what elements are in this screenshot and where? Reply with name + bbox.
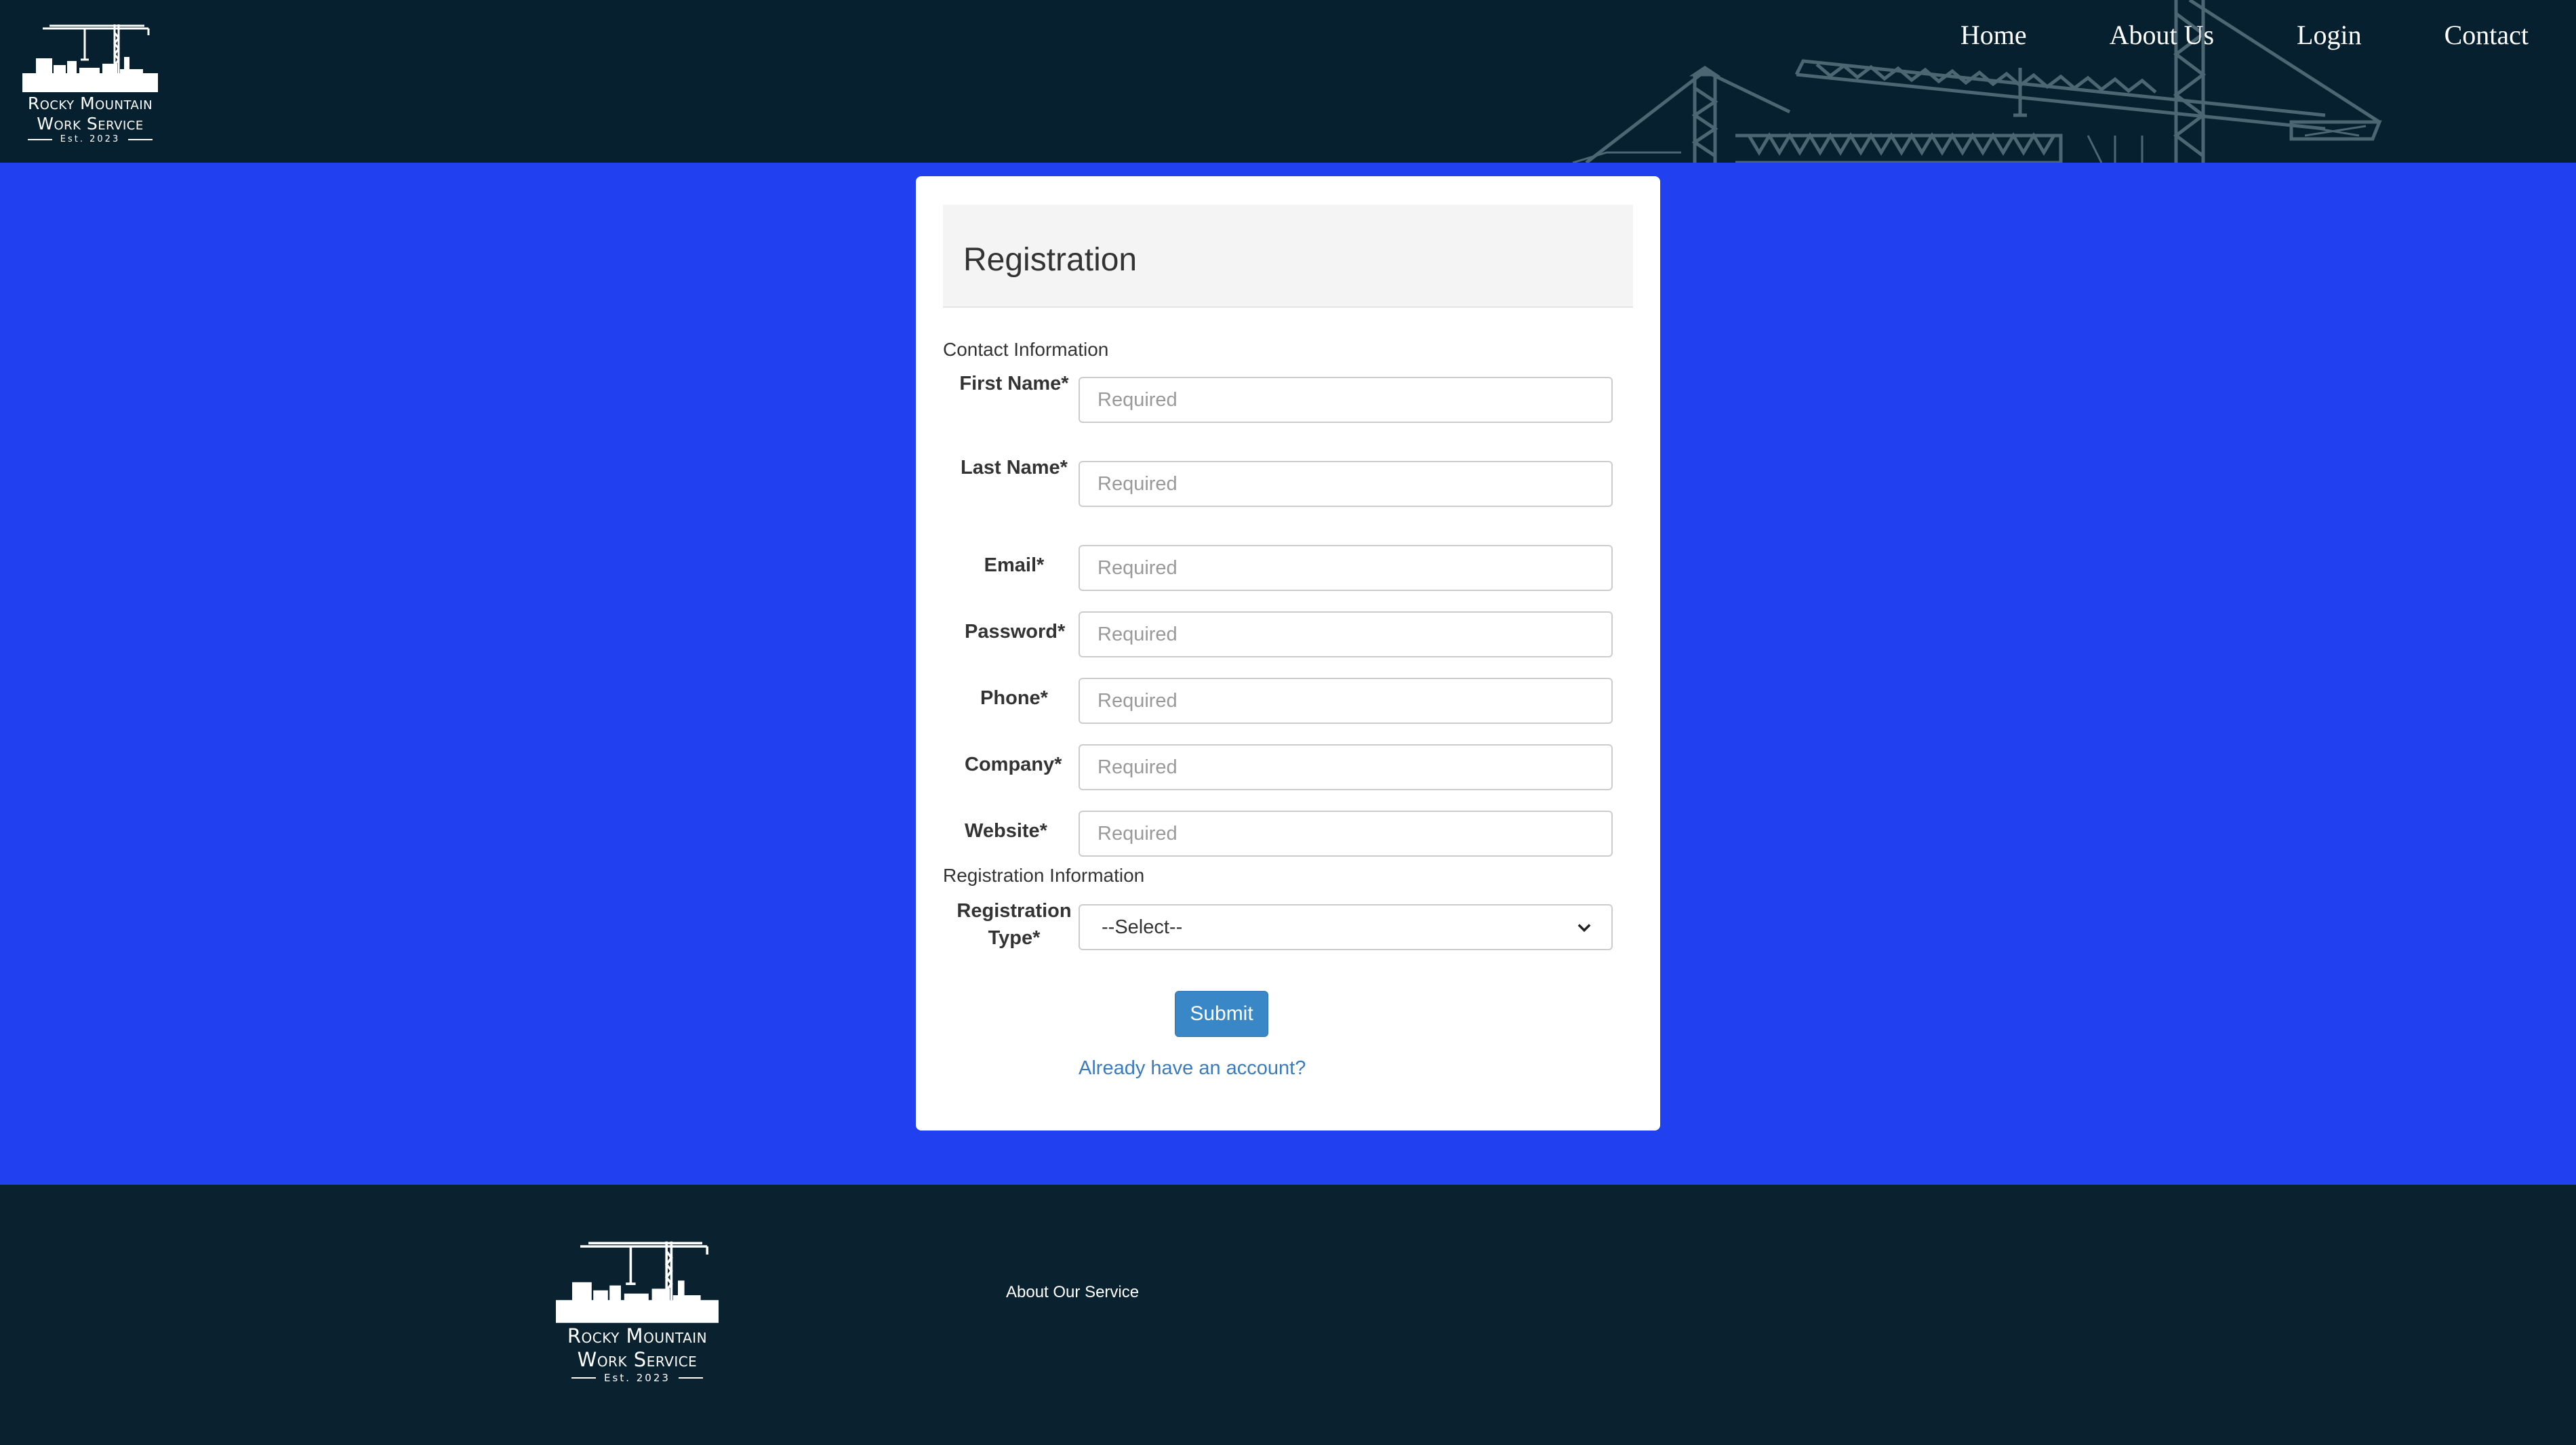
page-title: Registration — [963, 242, 1138, 278]
password-label: Password* — [965, 621, 1066, 643]
password-field[interactable] — [1079, 611, 1613, 657]
logo-rule-right — [128, 138, 153, 140]
footer-logo[interactable]: Rocky Mountain Work Service Est. 2023 — [555, 1235, 720, 1384]
logo-rule-left — [27, 138, 52, 140]
main-content: Registration Contact Information First N… — [0, 163, 2576, 1185]
logo-line-1: Rocky Mountain — [27, 94, 153, 113]
company-field[interactable] — [1079, 744, 1613, 790]
nav-login-link[interactable]: Login — [2297, 19, 2362, 51]
nav-about-link[interactable]: About Us — [2110, 19, 2214, 51]
phone-label: Phone* — [980, 687, 1048, 709]
registration-card: Registration Contact Information First N… — [916, 176, 1660, 1131]
footer-logo-established: Est. 2023 — [571, 1372, 703, 1384]
company-label: Company* — [965, 754, 1062, 775]
website-field[interactable] — [1079, 811, 1613, 857]
card-header: Registration — [943, 205, 1633, 308]
registration-type-select[interactable]: --Select-- — [1079, 904, 1613, 950]
footer-logo-est-text: Est. 2023 — [604, 1371, 670, 1384]
email-label: Email* — [984, 554, 1045, 576]
logo-est-text: Est. 2023 — [60, 134, 121, 144]
site-logo[interactable]: Rocky Mountain Work Service Est. 2023 — [19, 19, 161, 144]
footer-logo-name: Rocky Mountain Work Service — [567, 1324, 707, 1372]
registration-type-value: --Select-- — [1102, 916, 1183, 938]
main-nav: Home About Us Login Contact — [1960, 19, 2529, 51]
registration-type-label: Registration Type* — [957, 900, 1072, 949]
last-name-label: Last Name* — [961, 457, 1068, 479]
logo-established: Est. 2023 — [27, 134, 153, 144]
website-label: Website* — [965, 820, 1047, 842]
phone-field[interactable] — [1079, 678, 1613, 724]
nav-home-link[interactable]: Home — [1960, 19, 2027, 51]
registration-section-label: Registration Information — [943, 865, 1145, 886]
contact-section-label: Contact Information — [943, 339, 1109, 360]
email-field[interactable] — [1079, 545, 1613, 591]
footer-about-link[interactable]: About Our Service — [1006, 1283, 1139, 1302]
first-name-label: First Name* — [959, 373, 1069, 394]
nav-contact-link[interactable]: Contact — [2444, 19, 2529, 51]
submit-button[interactable]: Submit — [1175, 991, 1268, 1037]
first-name-field[interactable] — [1079, 377, 1613, 423]
footer-logo-rule-left — [571, 1377, 597, 1379]
logo-line-2: Work Service — [37, 114, 144, 134]
footer-logo-line-1: Rocky Mountain — [567, 1324, 708, 1347]
footer-logo-line-2: Work Service — [577, 1347, 698, 1371]
crane-skyline-icon — [556, 1241, 719, 1323]
last-name-field[interactable] — [1079, 461, 1613, 507]
site-header: Rocky Mountain Work Service Est. 2023 Ho… — [0, 0, 2576, 163]
crane-skyline-icon — [22, 24, 158, 92]
logo-name: Rocky Mountain Work Service — [28, 94, 153, 134]
footer-logo-rule-right — [678, 1377, 703, 1379]
chevron-down-icon — [1577, 924, 1591, 933]
signin-link[interactable]: Already have an account? — [1079, 1057, 1306, 1080]
